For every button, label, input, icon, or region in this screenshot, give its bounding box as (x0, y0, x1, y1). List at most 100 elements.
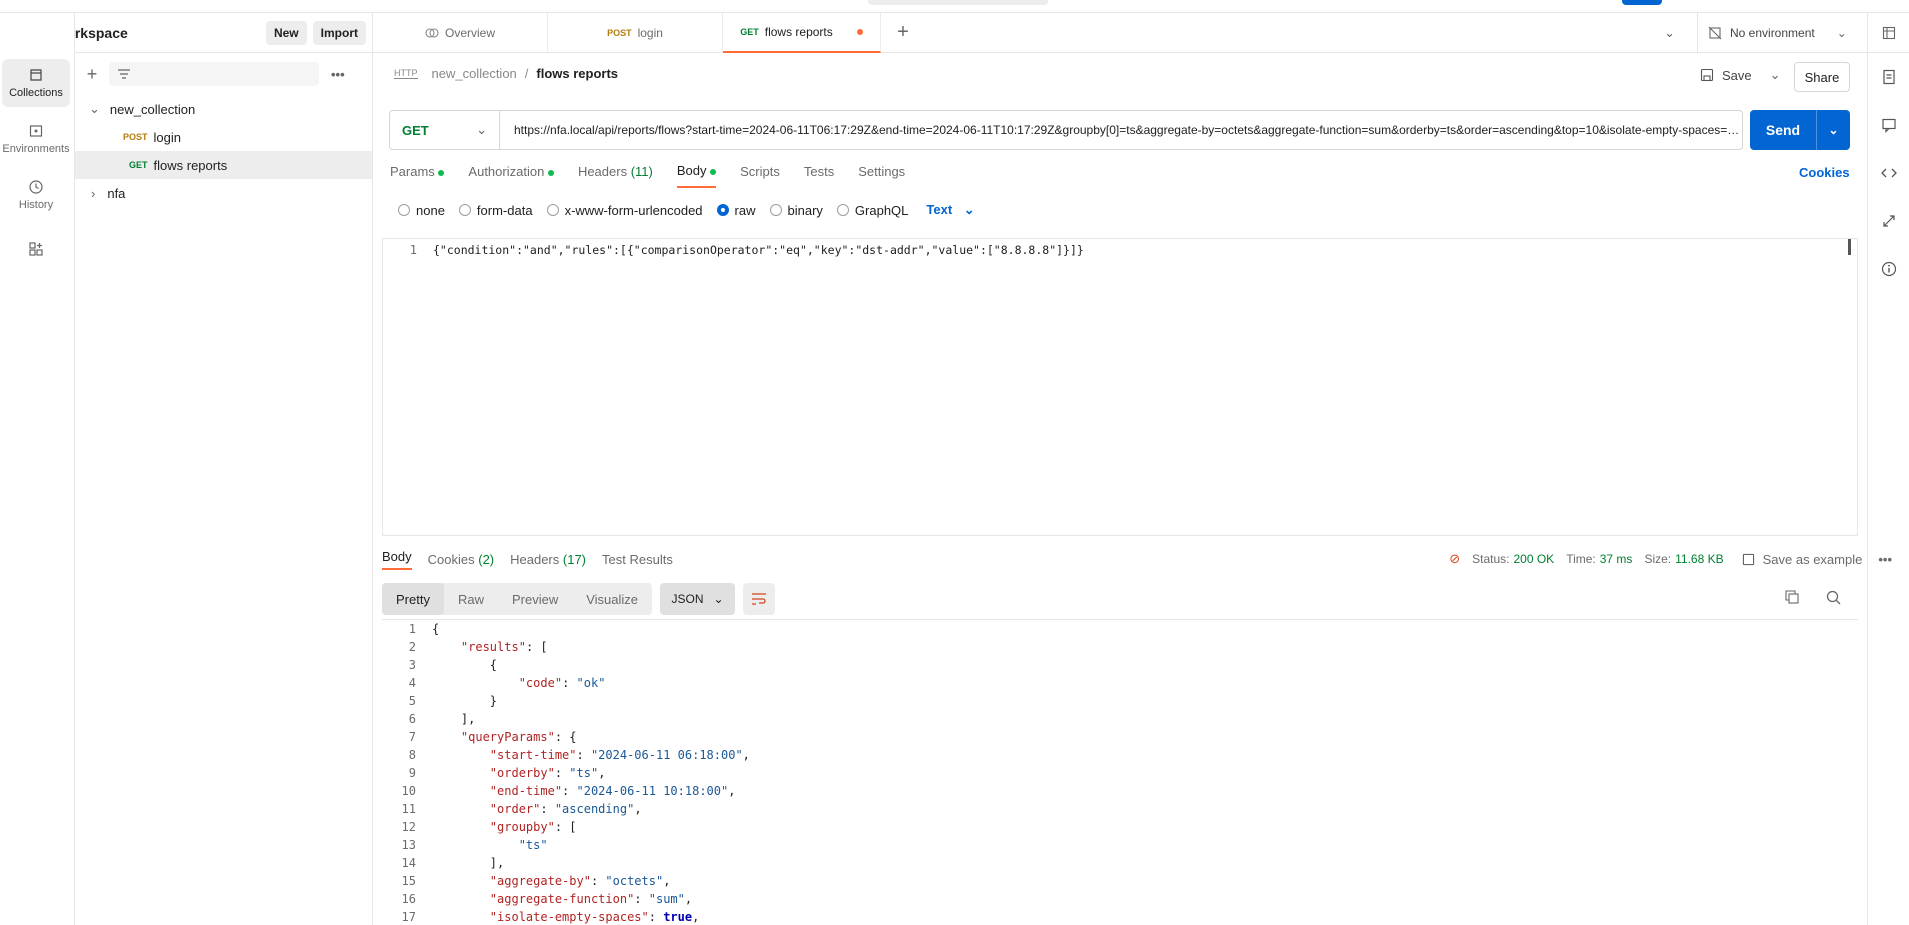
request-body-editor[interactable]: 1 {"condition":"and","rules":[{"comparis… (382, 238, 1858, 536)
rail-environments[interactable]: Environments (2, 115, 70, 163)
chevron-down-icon[interactable]: ⌄ (1770, 67, 1781, 83)
tab-response-cookies[interactable]: Cookies (2) (428, 552, 494, 567)
radio-form-data[interactable]: form-data (458, 203, 533, 218)
tree-item-flows-reports[interactable]: GET flows reports (75, 151, 372, 179)
size-value[interactable]: 11.68 KB (1675, 552, 1723, 566)
sidebar-toolbar: + ••• (75, 53, 372, 95)
send-dropdown-icon[interactable]: ⌄ (1816, 110, 1850, 150)
chevron-down-icon: ⌄ (476, 122, 487, 137)
new-tab-button[interactable]: + (881, 21, 925, 44)
cookies-link[interactable]: Cookies (1799, 165, 1850, 180)
save-icon (1700, 68, 1714, 82)
rail-collections-label: Collections (9, 87, 63, 99)
method-label: GET (402, 122, 429, 138)
breadcrumb-collection[interactable]: new_collection (432, 66, 517, 81)
save-button[interactable]: Save ⌄ (1700, 67, 1781, 83)
view-raw[interactable]: Raw (444, 583, 498, 615)
radio-label: binary (787, 202, 823, 218)
tab-overview[interactable]: Overview (373, 12, 548, 53)
format-label: Text (926, 202, 953, 217)
tab-tests[interactable]: Tests (804, 164, 834, 187)
radio-graphql[interactable]: GraphQL (836, 203, 908, 218)
more-icon[interactable]: ••• (331, 67, 345, 82)
radio-urlencoded[interactable]: x-www-form-urlencoded (546, 203, 703, 218)
share-label: Share (1804, 69, 1840, 85)
top-search-ghost (868, 0, 1048, 5)
tree-label: nfa (107, 185, 126, 201)
response-body-viewer[interactable]: 1{ 2 "results": [ 3 { 4 "code": "ok" 5 }… (382, 619, 1858, 925)
tab-authorization[interactable]: Authorization (468, 164, 554, 187)
save-label: Save (1722, 67, 1752, 83)
top-blue-ghost (1622, 0, 1662, 5)
new-button[interactable]: New (265, 20, 307, 45)
tab-headers[interactable]: Headers (11) (578, 164, 653, 187)
radio-raw[interactable]: raw (716, 203, 756, 218)
radio-none[interactable]: none (398, 203, 445, 218)
add-icon[interactable]: + (83, 64, 101, 85)
view-preview[interactable]: Preview (498, 583, 572, 615)
tree-item-nfa[interactable]: › nfa (75, 179, 372, 207)
tree-item-new-collection[interactable]: ⌄ new_collection (75, 95, 372, 123)
tab-scripts[interactable]: Scripts (740, 164, 780, 187)
tab-response-body[interactable]: Body (382, 549, 412, 570)
search-icon[interactable] (1826, 590, 1841, 608)
wrap-lines-button[interactable] (743, 583, 776, 615)
wrap-icon (752, 593, 767, 605)
rail-configure[interactable] (2, 233, 70, 269)
unsaved-dot (856, 28, 863, 35)
response-format-select[interactable]: JSON ⌄ (660, 583, 736, 615)
rail-history[interactable]: History (2, 171, 70, 219)
tab-response-headers[interactable]: Headers (17) (510, 552, 586, 567)
filter-icon (118, 69, 130, 79)
radio-binary[interactable]: binary (769, 202, 823, 218)
import-button[interactable]: Import (312, 20, 366, 45)
time-value[interactable]: 37 ms (1600, 552, 1633, 566)
format-select[interactable]: Text ⌄ (926, 202, 974, 218)
documentation-icon[interactable] (1881, 69, 1897, 85)
tree-label: flows reports (153, 157, 228, 173)
rail-collections[interactable]: Collections (2, 59, 70, 107)
tabs-dropdown-icon[interactable]: ⌄ (1664, 25, 1675, 41)
tab-flows-reports[interactable]: GET flows reports (723, 12, 881, 53)
code-icon[interactable] (1881, 165, 1897, 181)
tab-params[interactable]: Params (390, 164, 445, 187)
method-select[interactable]: GET ⌄ (390, 111, 500, 149)
send-button[interactable]: Send ⌄ (1750, 110, 1850, 150)
chevron-down-icon: ⌄ (89, 101, 100, 116)
related-icon[interactable] (1881, 213, 1897, 229)
collections-sidebar: + ••• ⌄ new_collection POST login GET fl… (75, 53, 373, 925)
view-visualize[interactable]: Visualize (572, 583, 652, 615)
tab-label: login (637, 25, 663, 40)
time-label: Time: (1566, 552, 1596, 566)
network-icon[interactable]: ⊘ (1449, 551, 1460, 567)
radio-circle (716, 204, 729, 216)
filter-input[interactable] (109, 62, 319, 86)
share-button[interactable]: Share (1794, 62, 1850, 92)
settings-icon[interactable] (1867, 12, 1909, 53)
radio-circle (769, 204, 782, 216)
tab-login[interactable]: POST login (548, 12, 723, 53)
tab-label: Headers (577, 164, 628, 179)
tab-settings[interactable]: Settings (858, 164, 905, 187)
info-icon[interactable] (1881, 261, 1897, 277)
no-environment-icon (1708, 26, 1722, 39)
scrollbar-thumb[interactable] (1848, 239, 1851, 255)
tree-item-login[interactable]: POST login (75, 123, 372, 151)
environment-selector[interactable]: No environment ⌄ (1697, 12, 1867, 53)
tree-label: new_collection (109, 101, 196, 117)
copy-icon[interactable] (1785, 590, 1799, 607)
method-badge: POST (123, 132, 148, 142)
method-badge: GET (129, 160, 148, 170)
status-value[interactable]: 200 OK (1513, 552, 1554, 566)
tab-body[interactable]: Body (676, 163, 717, 188)
apps-icon (29, 242, 43, 256)
comments-icon[interactable] (1881, 117, 1897, 133)
view-pretty[interactable]: Pretty (382, 583, 444, 615)
tab-test-results[interactable]: Test Results (602, 552, 673, 567)
save-example-button[interactable]: Save as example (1742, 552, 1862, 567)
line-number: 1 (409, 243, 417, 257)
response-view-bar: Pretty Raw Preview Visualize JSON ⌄ (382, 583, 776, 615)
response-tabs: Body Cookies (2) Headers (17) Test Resul… (382, 548, 1892, 570)
breadcrumb-request[interactable]: flows reports (536, 66, 618, 81)
url-input[interactable]: https://nfa.local/api/reports/flows?star… (500, 123, 1742, 137)
